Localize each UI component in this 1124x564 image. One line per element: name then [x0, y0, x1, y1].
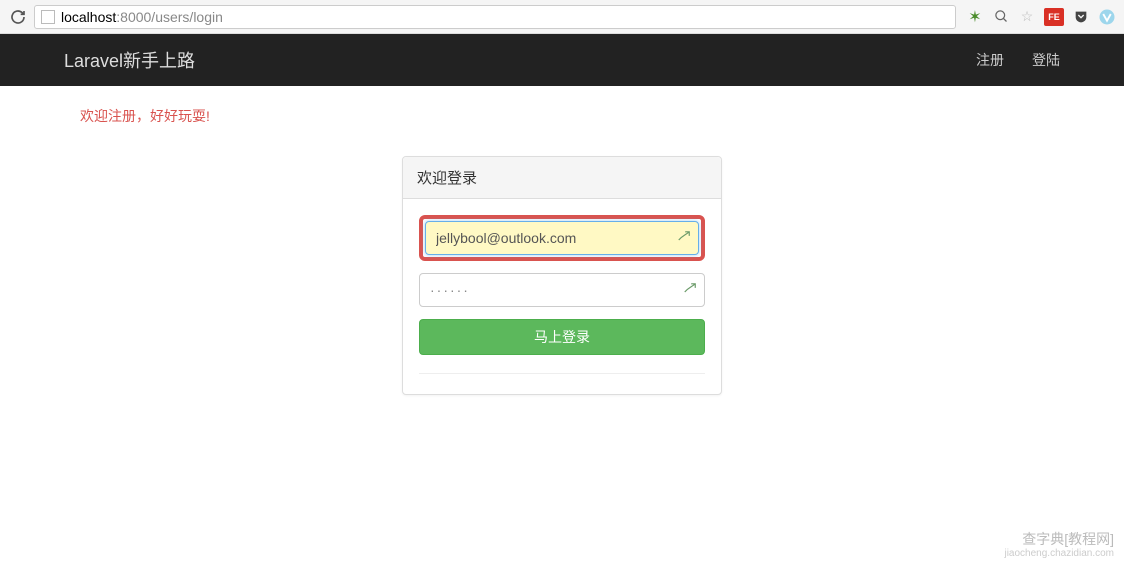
bookmark-star-icon[interactable]: ☆ — [1018, 8, 1036, 26]
dashlane-icon[interactable] — [683, 282, 697, 299]
flash-message: 欢迎注册，好好玩耍! — [80, 106, 1044, 126]
refresh-icon[interactable] — [8, 7, 28, 27]
panel-divider — [419, 373, 705, 374]
login-panel-title: 欢迎登录 — [403, 157, 721, 199]
password-input[interactable] — [419, 273, 705, 307]
url-text: localhost:8000/users/login — [61, 9, 223, 25]
login-submit-button[interactable]: 马上登录 — [419, 319, 705, 355]
nav-register-link[interactable]: 注册 — [976, 50, 1004, 70]
browser-chrome: localhost:8000/users/login ✶ ☆ FE — [0, 0, 1124, 34]
page-body: 欢迎注册，好好玩耍! 欢迎登录 马上登录 — [0, 86, 1124, 415]
fe-extension-icon[interactable]: FE — [1044, 8, 1064, 26]
pocket-icon[interactable] — [1072, 8, 1090, 26]
email-input[interactable] — [425, 221, 699, 255]
navbar-right: 注册 登陆 — [976, 50, 1060, 70]
navbar: Laravel新手上路 注册 登陆 — [0, 34, 1124, 86]
bug-icon[interactable]: ✶ — [966, 8, 984, 26]
login-panel: 欢迎登录 马上登录 — [402, 156, 722, 395]
email-highlight-border — [419, 215, 705, 261]
nav-login-link[interactable]: 登陆 — [1032, 50, 1060, 70]
v-extension-icon[interactable] — [1098, 8, 1116, 26]
login-panel-body: 马上登录 — [403, 199, 721, 394]
dashlane-icon[interactable] — [677, 230, 691, 247]
navbar-brand[interactable]: Laravel新手上路 — [64, 47, 195, 73]
watermark-line1: 查字典[教程网] — [1004, 531, 1114, 548]
page-icon — [41, 10, 55, 24]
extension-icons: ✶ ☆ FE — [966, 8, 1116, 26]
zoom-icon[interactable] — [992, 8, 1010, 26]
url-bar[interactable]: localhost:8000/users/login — [34, 5, 956, 29]
password-input-wrap — [419, 273, 705, 307]
watermark: 查字典[教程网] jiaocheng.chazidian.com — [1004, 531, 1114, 560]
email-input-wrap — [425, 221, 699, 255]
watermark-line2: jiaocheng.chazidian.com — [1004, 548, 1114, 560]
